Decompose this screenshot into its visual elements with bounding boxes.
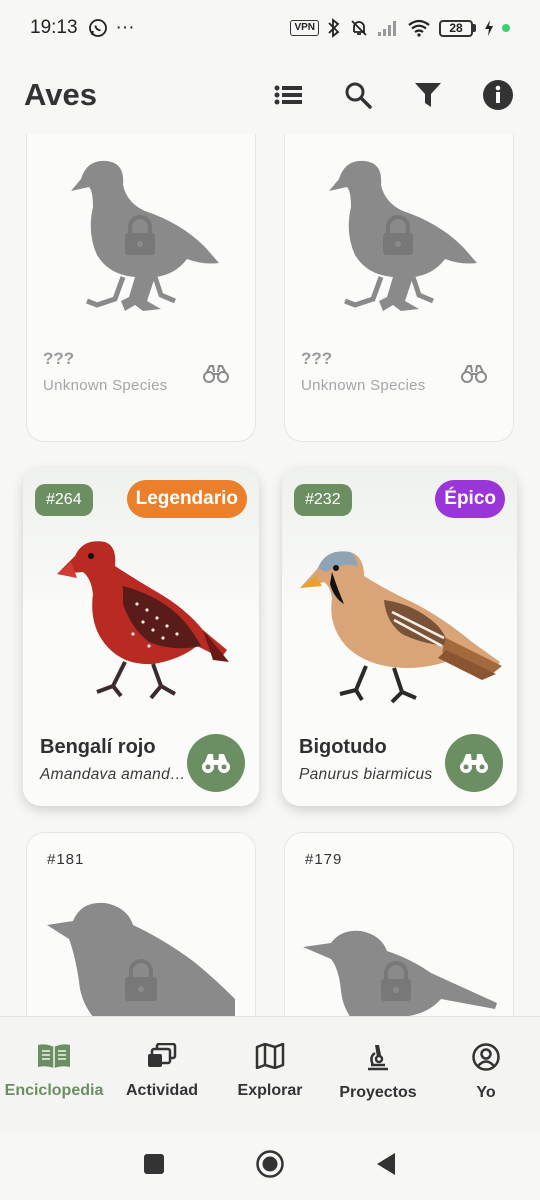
- app-bar: Aves: [0, 56, 540, 134]
- rarity-badge: Épico: [435, 480, 505, 518]
- nav-label: Yo: [476, 1084, 496, 1101]
- species-card-bigotudo[interactable]: #232 Épico Bigotudo Panurus biarmicus: [282, 468, 517, 806]
- species-subtitle: Unknown Species: [43, 377, 168, 394]
- species-number-badge: #264: [35, 484, 93, 516]
- nav-explorar[interactable]: Explorar: [216, 1017, 324, 1132]
- microscope-icon: [368, 1045, 388, 1071]
- species-number: #288: [305, 134, 342, 136]
- species-name: ???: [43, 349, 75, 368]
- nav-actividad[interactable]: Actividad: [108, 1017, 216, 1132]
- map-icon: [255, 1043, 285, 1069]
- species-card-locked[interactable]: #181: [26, 832, 256, 1016]
- nav-label: Explorar: [237, 1082, 303, 1099]
- page-title: Aves: [24, 77, 97, 112]
- privacy-indicator: [502, 24, 510, 32]
- nav-yo[interactable]: Yo: [432, 1017, 540, 1132]
- species-scientific-name: Amandava amand…: [40, 766, 186, 783]
- book-icon: [38, 1044, 70, 1068]
- species-scientific-name: Panurus biarmicus: [299, 766, 433, 783]
- species-number: #181: [47, 851, 85, 868]
- nav-proyectos[interactable]: Proyectos: [324, 1017, 432, 1132]
- binoculars-icon: [461, 365, 487, 383]
- bluetooth-icon: [328, 18, 340, 38]
- species-name: Bigotudo: [299, 736, 387, 758]
- battery-icon: 28: [439, 19, 476, 37]
- filter-icon: [415, 83, 441, 107]
- observe-button[interactable]: [445, 734, 503, 792]
- nav-label: Actividad: [125, 1082, 198, 1099]
- back-button[interactable]: [375, 1152, 397, 1181]
- binoculars-icon: [203, 365, 229, 383]
- wifi-icon: [408, 19, 430, 37]
- charging-icon: [485, 20, 493, 36]
- species-card-locked[interactable]: #289 ??? Unknown Species: [26, 134, 256, 442]
- circle-icon: [256, 1149, 284, 1178]
- signal-icon: [378, 21, 396, 36]
- vpn-icon: VPN: [290, 20, 319, 36]
- bird-silhouette: [329, 160, 477, 311]
- species-number: #179: [305, 851, 343, 868]
- search-button[interactable]: [338, 75, 378, 115]
- rarity-badge: Legendario: [126, 480, 247, 518]
- status-time: 19:13: [30, 17, 78, 38]
- info-icon: [483, 80, 513, 110]
- bottom-navigation: Enciclopedia Actividad Explorar Proyecto…: [0, 1016, 540, 1132]
- profile-icon: [472, 1043, 500, 1071]
- search-icon: [345, 82, 372, 109]
- info-button[interactable]: [478, 75, 518, 115]
- bird-silhouette: [303, 930, 497, 1016]
- bird-silhouette: [47, 902, 235, 1016]
- species-number: #289: [47, 134, 84, 136]
- species-subtitle: Unknown Species: [301, 377, 426, 394]
- triangle-back-icon: [377, 1152, 395, 1175]
- recents-button[interactable]: [143, 1153, 165, 1180]
- list-view-button[interactable]: [268, 75, 308, 115]
- bird-silhouette: [71, 160, 219, 311]
- bird-illustration: [57, 541, 229, 700]
- home-button[interactable]: [255, 1149, 285, 1184]
- binoculars-icon: [460, 754, 488, 773]
- species-card-locked[interactable]: #288 ??? Unknown Species: [284, 134, 514, 442]
- observe-button[interactable]: [187, 734, 245, 792]
- square-icon: [144, 1153, 164, 1174]
- status-bar: 19:13 ··· VPN 28: [0, 0, 540, 56]
- gallery-icon: [148, 1043, 177, 1067]
- species-name: Bengalí rojo: [40, 736, 156, 758]
- nav-enciclopedia[interactable]: Enciclopedia: [0, 1017, 108, 1132]
- species-number-badge: #232: [294, 484, 352, 516]
- species-card-bengali-rojo[interactable]: #264 Legendario Bengalí rojo Amandava am…: [23, 468, 259, 806]
- binoculars-icon: [202, 754, 230, 773]
- species-card-locked[interactable]: #179: [284, 832, 514, 1016]
- system-navigation-bar: [0, 1132, 540, 1200]
- nav-label: Enciclopedia: [4, 1082, 104, 1099]
- species-name: ???: [301, 349, 333, 368]
- bird-illustration: [300, 551, 502, 704]
- list-icon: [274, 85, 302, 105]
- nav-label: Proyectos: [339, 1084, 417, 1101]
- whatsapp-icon: [88, 19, 107, 37]
- bell-off-icon: [351, 20, 367, 36]
- species-grid: #289 ??? Unknown Species #288 ??? Unknow…: [0, 134, 540, 1016]
- more-notifications-icon: ···: [115, 17, 135, 38]
- filter-button[interactable]: [408, 75, 448, 115]
